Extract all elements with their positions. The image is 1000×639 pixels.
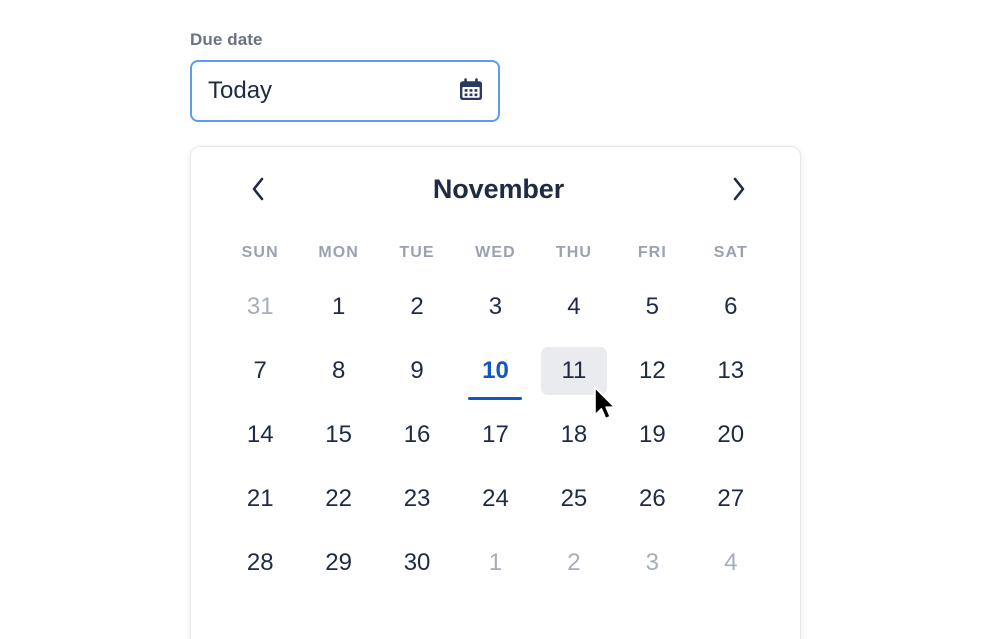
calendar-day-cell[interactable]: 11 bbox=[535, 339, 613, 403]
calendar-week-row: 21 22 23 24 25 26 27 bbox=[221, 467, 770, 531]
calendar-day-cell[interactable]: 21 bbox=[221, 467, 299, 531]
calendar-day-label: 12 bbox=[638, 357, 666, 384]
calendar-day-label: 3 bbox=[645, 549, 660, 576]
calendar-day-cell[interactable]: 30 bbox=[378, 531, 456, 595]
calendar-popover: November SUN MON TUE WED THU FRI SAT 31 1… bbox=[190, 146, 801, 639]
due-date-field-group: Due date Today bbox=[190, 30, 500, 123]
weekday-label: SUN bbox=[241, 244, 279, 261]
calendar-day-label: 31 bbox=[246, 293, 274, 320]
calendar-day-cell[interactable]: 20 bbox=[692, 403, 770, 467]
calendar-day-label: 24 bbox=[482, 485, 509, 512]
calendar-day-cell[interactable]: 22 bbox=[299, 467, 377, 531]
calendar-day-label: 14 bbox=[246, 421, 274, 448]
calendar-week-row: 7 8 9 10 11 12 13 bbox=[221, 339, 770, 403]
calendar-day-cell[interactable]: 3 bbox=[456, 275, 534, 339]
calendar-day-cell[interactable]: 1 bbox=[456, 531, 534, 595]
calendar-week-row: 28 29 30 1 2 3 4 bbox=[221, 531, 770, 595]
due-date-label: Due date bbox=[190, 30, 263, 49]
calendar-day-cell[interactable]: 9 bbox=[378, 339, 456, 403]
calendar-day-label: 30 bbox=[403, 549, 431, 576]
weekday-label: TUE bbox=[399, 244, 435, 261]
calendar-day-cell[interactable]: 6 bbox=[692, 275, 770, 339]
calendar-day-cell[interactable]: 19 bbox=[613, 403, 691, 467]
calendar-day-label: 13 bbox=[717, 357, 745, 384]
calendar-day-label: 7 bbox=[253, 357, 267, 384]
calendar-day-label: 2 bbox=[410, 293, 424, 320]
calendar-day-label: 18 bbox=[560, 421, 588, 448]
calendar-day-label: 8 bbox=[331, 357, 346, 384]
weekday-label: MON bbox=[318, 244, 359, 261]
calendar-day-label: 4 bbox=[567, 293, 581, 320]
weekday-label: THU bbox=[555, 244, 593, 261]
calendar-day-label: 27 bbox=[717, 485, 745, 512]
calendar-day-label: 26 bbox=[638, 485, 666, 512]
calendar-day-cell[interactable]: 2 bbox=[378, 275, 456, 339]
due-date-input[interactable]: Today bbox=[192, 79, 448, 103]
calendar-day-label: 16 bbox=[403, 421, 431, 448]
weekday-label: FRI bbox=[637, 244, 667, 261]
calendar-day-label: 5 bbox=[645, 293, 660, 320]
calendar-month-title: November bbox=[432, 173, 565, 204]
calendar-day-cell[interactable]: 26 bbox=[613, 467, 691, 531]
calendar-day-label: 29 bbox=[325, 549, 352, 576]
calendar-day-cell[interactable]: 17 bbox=[456, 403, 534, 467]
calendar-day-cell[interactable]: 15 bbox=[299, 403, 377, 467]
calendar-weeks: 31 1 2 3 4 5 6 7 8 9 10 11 12 13 14 15 16 17 18 19 20 21 22 23 2… bbox=[221, 275, 770, 595]
calendar-day-cell[interactable]: 8 bbox=[299, 339, 377, 403]
calendar-day-label: 2 bbox=[567, 549, 581, 576]
calendar-day-cell[interactable]: 25 bbox=[535, 467, 613, 531]
calendar-day-cell[interactable]: 16 bbox=[378, 403, 456, 467]
calendar-day-label: 4 bbox=[724, 549, 738, 576]
calendar-day-cell[interactable]: 31 bbox=[221, 275, 299, 339]
calendar-day-cell[interactable]: 24 bbox=[456, 467, 534, 531]
calendar-day-cell[interactable]: 10 bbox=[456, 339, 534, 403]
calendar-day-label: 9 bbox=[410, 357, 424, 384]
calendar-icon bbox=[456, 75, 486, 108]
calendar-day-cell[interactable]: 13 bbox=[692, 339, 770, 403]
calendar-day-label: 23 bbox=[403, 485, 431, 512]
calendar-day-label: 20 bbox=[717, 421, 745, 448]
calendar-day-label: 21 bbox=[246, 485, 274, 512]
calendar-day-label: 3 bbox=[488, 293, 503, 320]
weekday-label: WED bbox=[475, 244, 516, 261]
calendar-day-label: 22 bbox=[325, 485, 352, 512]
weekday-header-row: SUN MON TUE WED THU FRI SAT bbox=[221, 231, 770, 275]
calendar-day-cell[interactable]: 7 bbox=[221, 339, 299, 403]
calendar-day-cell[interactable]: 5 bbox=[613, 275, 691, 339]
calendar-header: November bbox=[191, 147, 800, 231]
weekday-label: SAT bbox=[713, 244, 748, 261]
calendar-day-label: 25 bbox=[560, 485, 588, 512]
calendar-week-row: 31 1 2 3 4 5 6 bbox=[221, 275, 770, 339]
calendar-day-cell[interactable]: 14 bbox=[221, 403, 299, 467]
next-month-button[interactable] bbox=[721, 169, 758, 209]
calendar-day-label: 15 bbox=[325, 421, 352, 448]
calendar-day-label: 28 bbox=[246, 549, 274, 576]
previous-month-button[interactable] bbox=[239, 169, 276, 209]
chevron-right-icon bbox=[731, 175, 748, 203]
calendar-day-label: 1 bbox=[331, 293, 346, 320]
calendar-day-label: 10 bbox=[462, 347, 528, 400]
calendar-day-cell[interactable]: 3 bbox=[613, 531, 691, 595]
calendar-week-row: 14 15 16 17 18 19 20 bbox=[221, 403, 770, 467]
calendar-day-cell[interactable]: 28 bbox=[221, 531, 299, 595]
calendar-day-label: 1 bbox=[488, 549, 503, 576]
chevron-left-icon bbox=[249, 175, 266, 203]
calendar-day-cell[interactable]: 4 bbox=[535, 275, 613, 339]
calendar-day-cell[interactable]: 23 bbox=[378, 467, 456, 531]
calendar-day-label: 17 bbox=[482, 421, 509, 448]
calendar-day-label: 6 bbox=[724, 293, 738, 320]
calendar-day-cell[interactable]: 4 bbox=[692, 531, 770, 595]
calendar-toggle-button[interactable] bbox=[448, 68, 494, 114]
calendar-day-cell[interactable]: 27 bbox=[692, 467, 770, 531]
calendar-day-cell[interactable]: 29 bbox=[299, 531, 377, 595]
due-date-input-wrapper[interactable]: Today bbox=[190, 60, 500, 123]
calendar-day-cell[interactable]: 12 bbox=[613, 339, 691, 403]
calendar-day-cell[interactable]: 18 bbox=[535, 403, 613, 467]
calendar-day-label: 11 bbox=[540, 347, 607, 395]
calendar-day-cell[interactable]: 1 bbox=[299, 275, 377, 339]
calendar-day-label: 19 bbox=[638, 421, 666, 448]
calendar-grid: SUN MON TUE WED THU FRI SAT 31 1 2 3 4 5 6 7 8 9 1… bbox=[191, 231, 800, 595]
calendar-day-cell[interactable]: 2 bbox=[535, 531, 613, 595]
